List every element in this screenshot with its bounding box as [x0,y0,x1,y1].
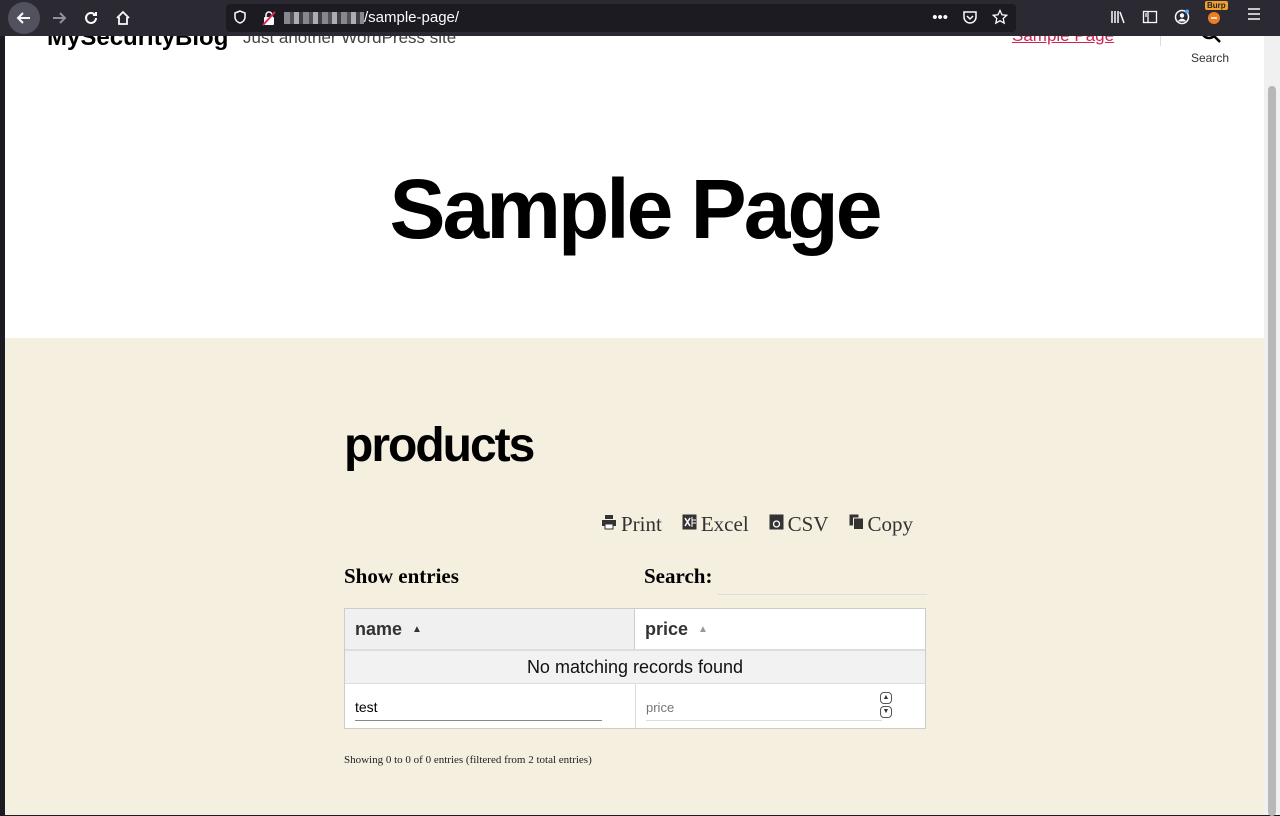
chevron-down-icon[interactable]: ▼ [880,706,892,718]
table-info: Showing 0 to 0 of 0 entries (filtered fr… [344,754,592,766]
scrollbar-thumb[interactable] [1268,86,1276,816]
forward-button[interactable] [44,4,74,32]
arrow-right-icon [53,12,67,24]
library-icon[interactable] [1108,6,1128,28]
search-toggle-label[interactable]: Search [1191,51,1229,65]
print-icon [601,514,617,535]
price-stepper[interactable]: ▲ ▼ [880,692,892,718]
name-filter-input[interactable] [355,694,602,721]
reload-button[interactable] [76,4,106,32]
filter-cell-price: ▲ ▼ [636,684,924,728]
insecure-lock-icon[interactable] [262,10,276,26]
pocket-icon[interactable] [962,9,978,29]
tracking-shield-icon[interactable] [234,10,248,26]
browser-toolbar: /sample-page/ ••• Burp [0,0,1280,36]
price-filter-input[interactable] [646,694,882,721]
excel-button[interactable]: Excel [682,512,749,537]
sort-asc-icon: ▲ [698,623,708,635]
search-icon[interactable] [1200,36,1222,49]
table-search-label: Search: [644,564,713,588]
content-area: products Print Excel CSV Copy Show entri… [5,338,1264,815]
url-actions: ••• [932,8,1009,29]
more-actions-icon[interactable]: ••• [932,9,948,29]
hamburger-menu-icon[interactable] [1246,6,1262,27]
nav-link-sample-page[interactable]: Sample Page [1012,36,1114,46]
page-scrollbar[interactable] [1264,36,1280,816]
print-button[interactable]: Print [601,512,662,537]
csv-button[interactable]: CSV [769,512,829,537]
arrow-left-icon [16,12,30,24]
header-divider [1160,36,1161,46]
bookmark-star-icon[interactable] [991,8,1009,29]
page-title: Sample Page [389,162,883,256]
redacted-host [284,12,364,25]
burp-badge: Burp [1205,1,1228,10]
back-button[interactable] [8,2,40,34]
filter-row: ▲ ▼ [345,684,925,728]
chevron-up-icon[interactable]: ▲ [880,692,892,704]
products-table: name ▲ price ▲ No matching records found… [344,608,926,729]
filter-cell-name [345,684,636,728]
column-header-name[interactable]: name ▲ [345,609,635,649]
copy-button[interactable]: Copy [849,512,913,537]
account-icon[interactable] [1172,6,1192,28]
section-title: products [344,419,535,472]
table-search-input[interactable] [718,564,927,595]
burp-extension-icon[interactable]: Burp [1204,1,1228,28]
site-tagline: Just another WordPress site [243,36,457,47]
site-header: MySecurityBlog Just another WordPress si… [5,36,1264,76]
column-header-price[interactable]: price ▲ [635,609,923,649]
sort-asc-icon: ▲ [412,623,422,635]
toolbar-tools: Burp [1108,1,1228,28]
sidebar-icon[interactable] [1140,6,1160,28]
empty-table-message: No matching records found [345,651,925,684]
site-title[interactable]: MySecurityBlog [47,36,228,52]
reload-icon [85,11,97,24]
table-header-row: name ▲ price ▲ [345,609,925,651]
url-text[interactable]: /sample-page/ [284,9,459,26]
csv-file-icon [769,514,784,535]
excel-file-icon [682,514,697,535]
show-entries-label: Show entries [344,564,459,588]
page-viewport: MySecurityBlog Just another WordPress si… [5,36,1264,815]
url-bar[interactable]: /sample-page/ ••• [226,4,1016,32]
copy-icon [849,514,864,535]
home-icon [116,10,130,25]
home-button[interactable] [108,4,138,32]
export-buttons: Print Excel CSV Copy [601,512,913,537]
